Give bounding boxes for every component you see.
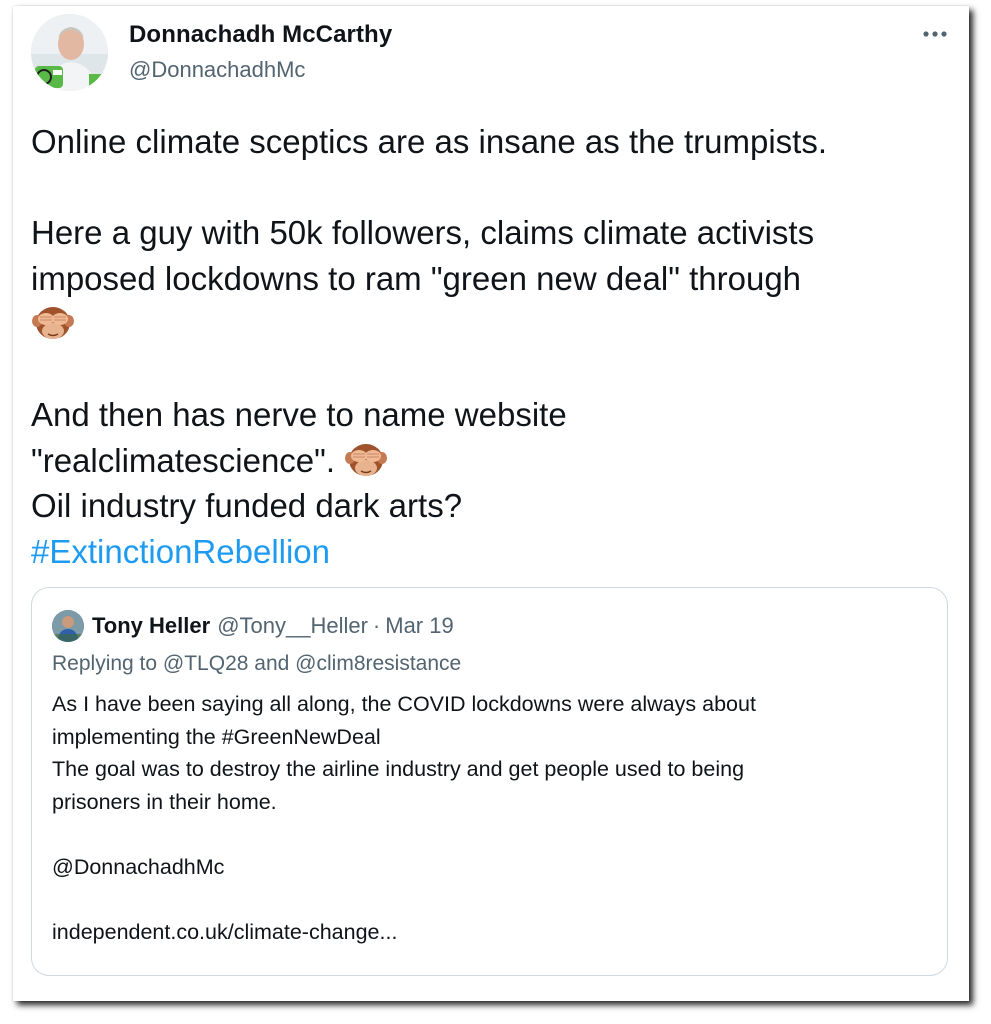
quoted-author-name[interactable]: Tony Heller <box>92 613 210 639</box>
reply-mention-2[interactable]: @clim8resistance <box>295 652 461 675</box>
tweet-text: Online climate sceptics are as insane as… <box>31 119 951 574</box>
quoted-line: implementing the #GreenNewDeal <box>52 724 381 749</box>
meta-separator: · <box>372 613 381 638</box>
tweet-line: And then has nerve to name website <box>31 396 567 433</box>
hashtag-link[interactable]: #ExtinctionRebellion <box>31 533 330 570</box>
replying-to: Replying to @TLQ28 and @clim8resistance <box>52 652 461 676</box>
tweet-line: Here a guy with 50k followers, claims cl… <box>31 214 815 251</box>
quoted-mention: @DonnachadhMc <box>52 854 225 879</box>
tweet-line: Oil industry funded dark arts? <box>31 487 463 524</box>
tweet-header: Donnachadh McCarthy @DonnachadhMc <box>13 6 969 96</box>
see-no-evil-monkey-icon <box>344 439 388 479</box>
tweet-line: imposed lockdowns to ram "green new deal… <box>31 259 802 297</box>
reply-and: and <box>254 652 290 675</box>
author-name[interactable]: Donnachadh McCarthy <box>129 21 392 49</box>
quoted-link: independent.co.uk/climate-change... <box>52 919 398 944</box>
more-options-icon[interactable] <box>921 24 949 44</box>
author-handle[interactable]: @DonnachadhMc <box>129 57 305 83</box>
quoted-author-avatar[interactable] <box>52 610 84 642</box>
quoted-tweet-header: Tony Heller @Tony__Heller · Mar 19 <box>52 609 454 643</box>
reply-mention-1[interactable]: @TLQ28 <box>163 652 249 675</box>
quoted-line: The goal was to destroy the airline indu… <box>52 757 745 781</box>
tweet-line-emoji <box>31 301 951 347</box>
quoted-tweet-text: As I have been saying all along, the COV… <box>52 688 922 948</box>
quoted-tweet[interactable]: Tony Heller @Tony__Heller · Mar 19 Reply… <box>31 587 948 976</box>
see-no-evil-monkey-icon <box>31 302 75 342</box>
tweet-line-text: "realclimatescience". <box>31 441 336 479</box>
author-avatar[interactable] <box>31 14 108 91</box>
tweet-line-with-emoji: "realclimatescience". <box>31 438 951 484</box>
quoted-date[interactable]: Mar 19 <box>385 613 453 639</box>
quoted-author-handle[interactable]: @Tony__Heller <box>217 613 368 639</box>
tweet-card: Donnachadh McCarthy @DonnachadhMc Online… <box>13 6 969 1001</box>
replying-prefix: Replying to <box>52 652 158 675</box>
quoted-line: prisoners in their home. <box>52 789 277 814</box>
quoted-line: As I have been saying all along, the COV… <box>52 692 756 716</box>
tweet-line: Online climate sceptics are as insane as… <box>31 123 828 160</box>
